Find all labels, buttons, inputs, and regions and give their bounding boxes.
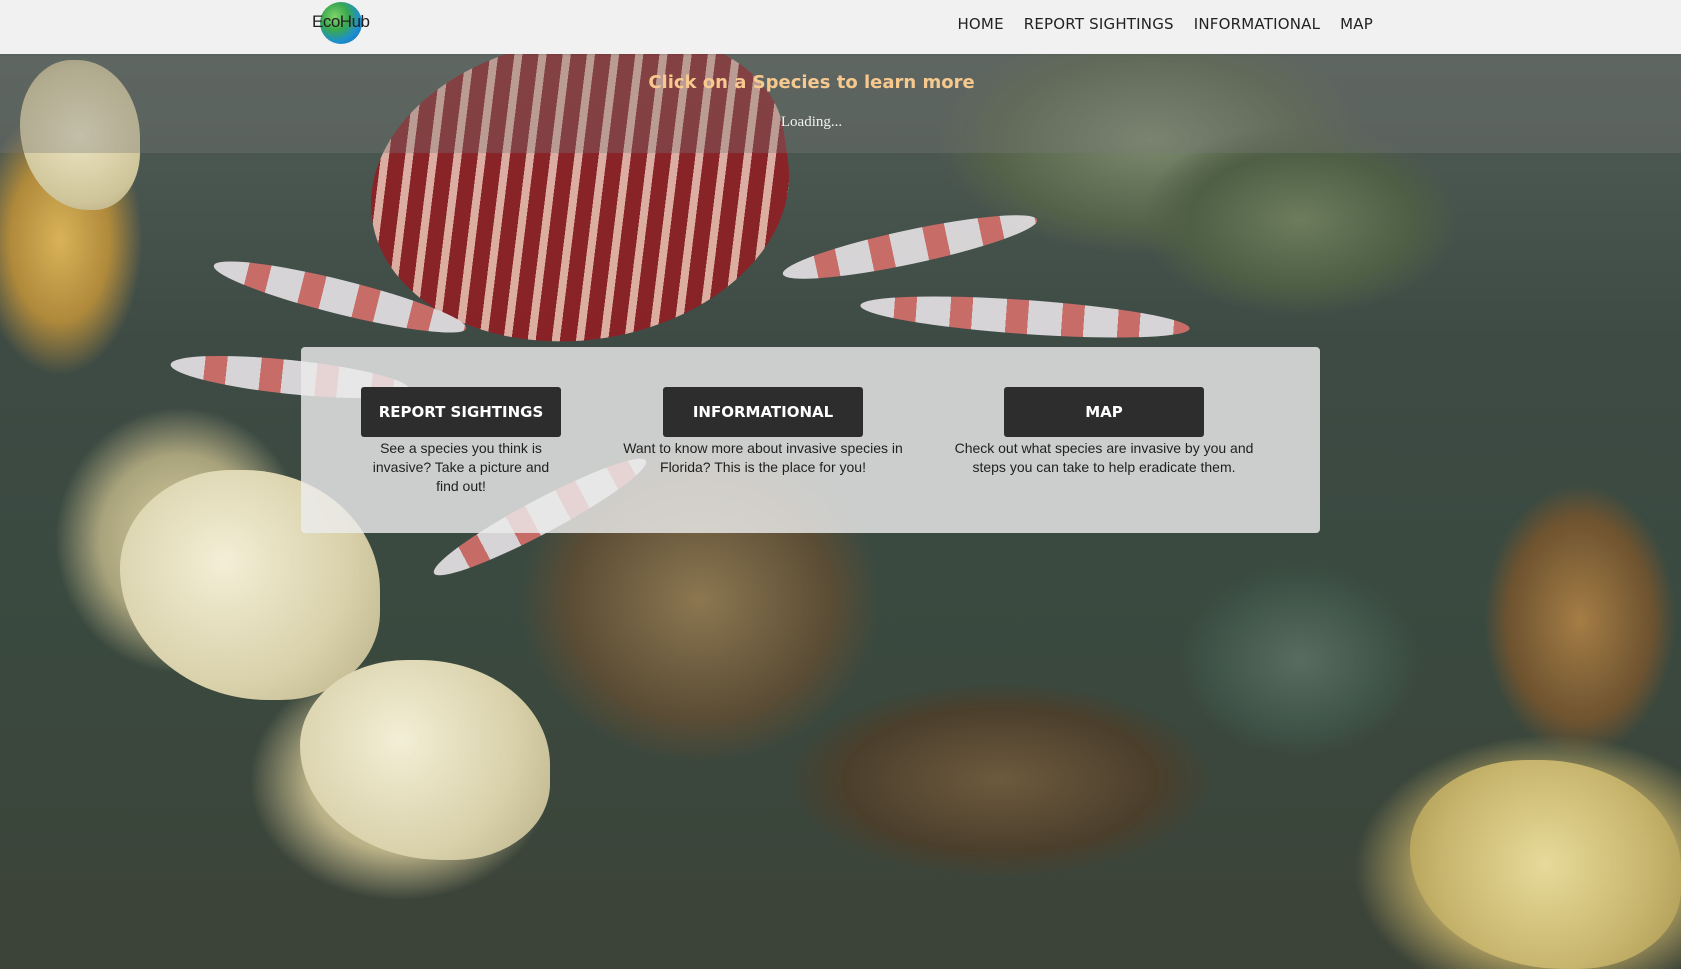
report-sightings-description: See a species you think is invasive? Tak…: [372, 440, 550, 494]
loading-status: Loading...: [780, 114, 843, 130]
main-nav: HOME REPORT SIGHTINGS INFORMATIONAL MAP: [957, 15, 1373, 33]
coral-decoration: [300, 660, 550, 860]
feature-map: MAP Check out what species are invasive …: [939, 387, 1269, 477]
informational-button[interactable]: INFORMATIONAL: [663, 387, 863, 437]
map-description: Check out what species are invasive by y…: [954, 440, 1254, 475]
nav-map-link[interactable]: MAP: [1340, 15, 1373, 33]
logo-text: EcoHub: [312, 12, 370, 31]
banner-title: Click on a Species to learn more: [648, 72, 975, 93]
ecohub-logo[interactable]: EcoHub: [312, 2, 370, 44]
report-sightings-button[interactable]: REPORT SIGHTINGS: [361, 387, 561, 437]
feature-report-sightings: REPORT SIGHTINGS See a species you think…: [361, 387, 561, 496]
informational-description: Want to know more about invasive species…: [623, 440, 903, 475]
lionfish-fin: [859, 288, 1191, 346]
nav-report-sightings-link[interactable]: REPORT SIGHTINGS: [1024, 15, 1174, 33]
feature-panel: REPORT SIGHTINGS See a species you think…: [301, 347, 1320, 533]
species-banner: Click on a Species to learn more Loading…: [0, 54, 1681, 153]
map-button[interactable]: MAP: [1004, 387, 1204, 437]
site-header: EcoHub HOME REPORT SIGHTINGS INFORMATION…: [0, 0, 1681, 54]
nav-informational-link[interactable]: INFORMATIONAL: [1194, 15, 1320, 33]
lionfish-fin: [779, 203, 1041, 291]
feature-informational: INFORMATIONAL Want to know more about in…: [618, 387, 908, 477]
nav-home-link[interactable]: HOME: [957, 15, 1003, 33]
coral-decoration: [1410, 760, 1681, 969]
